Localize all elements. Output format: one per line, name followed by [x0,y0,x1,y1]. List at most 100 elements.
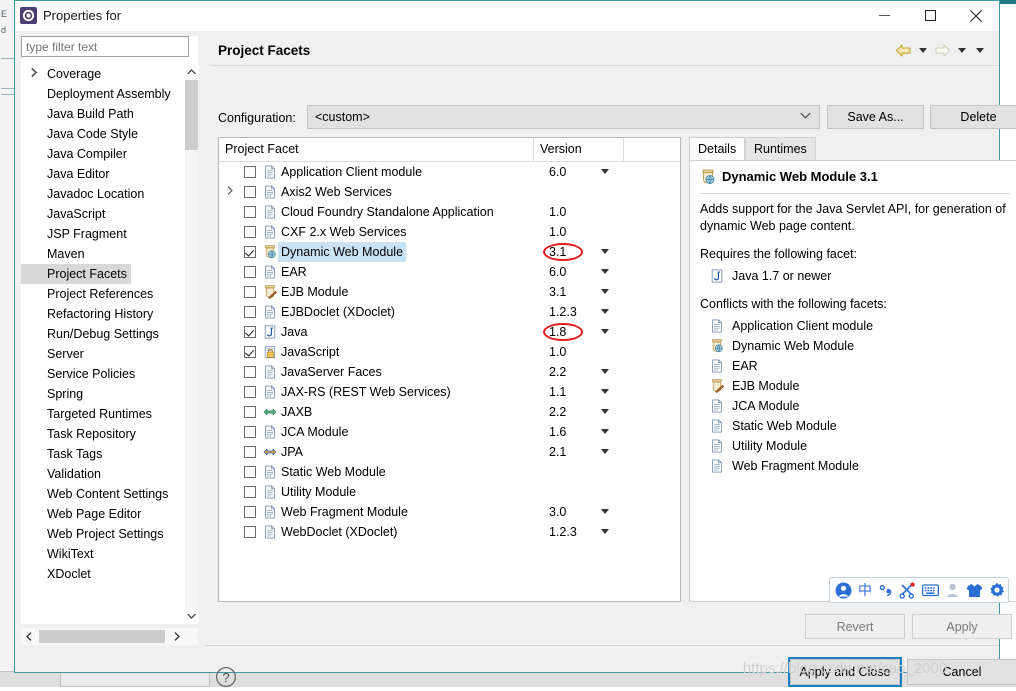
revert-button[interactable]: Revert [805,614,905,639]
facet-checkbox[interactable] [244,406,256,418]
table-row[interactable]: Java 1.8 [219,322,680,342]
facet-checkbox[interactable] [244,206,256,218]
chevron-up-icon[interactable] [184,64,199,80]
facet-checkbox[interactable] [244,326,256,338]
version-chevron-down-icon[interactable] [601,409,609,414]
table-row[interactable]: JavaServer Faces 2.2 [219,362,680,382]
tab-runtimes[interactable]: Runtimes [745,137,816,161]
chevron-down-icon[interactable] [184,608,199,624]
column-header-spacer[interactable] [623,138,680,161]
chevron-right-icon[interactable] [227,182,239,202]
version-chevron-down-icon[interactable] [601,329,609,334]
chevron-left-icon[interactable] [21,628,37,645]
table-row[interactable]: JCA Module 1.6 [219,422,680,442]
column-header-version[interactable]: Version [533,138,623,161]
table-row[interactable]: Axis2 Web Services [219,182,680,202]
apply-and-close-button[interactable]: Apply and Close [790,659,900,685]
version-chevron-down-icon[interactable] [601,309,609,314]
sidebar-item-run-debug-settings[interactable]: Run/Debug Settings [21,324,198,344]
version-chevron-down-icon[interactable] [601,429,609,434]
sidebar-item-project-facets[interactable]: Project Facets [21,264,198,284]
table-row[interactable]: Utility Module [219,482,680,502]
punctuation-icon[interactable] [878,582,893,599]
sidebar-item-maven[interactable]: Maven [21,68,198,264]
table-row[interactable]: EJB Module 3.1 [219,282,680,302]
column-header-project-facet[interactable]: Project Facet [219,138,533,161]
table-row[interactable]: EAR 6.0 [219,262,680,282]
scrollbar-track[interactable] [185,150,198,608]
facet-checkbox[interactable] [244,426,256,438]
settings-tree-vertical-scrollbar[interactable] [183,64,199,624]
facet-checkbox[interactable] [244,506,256,518]
sidebar-item-java-editor[interactable]: Java Editor [21,68,198,184]
keyboard-icon[interactable] [922,582,939,599]
tab-details[interactable]: Details [689,137,746,161]
table-row[interactable]: WebDoclet (XDoclet) 1.2.3 [219,522,680,542]
arrow-right-icon[interactable] [934,43,951,58]
user-icon[interactable] [945,582,960,599]
sidebar-item-java-compiler[interactable]: Java Compiler [21,68,198,164]
sidebar-item-web-content-settings[interactable]: Web Content Settings [21,484,198,504]
facet-checkbox[interactable] [244,166,256,178]
sidebar-item-task-tags[interactable]: Task Tags [21,444,198,464]
chinese-mode-icon[interactable]: 中 [858,582,872,599]
table-row[interactable]: JPA 2.1 [219,442,680,462]
sidebar-item-project-references[interactable]: Project References [21,284,198,304]
facet-checkbox[interactable] [244,186,256,198]
sidebar-item-wikitext[interactable]: WikiText [21,544,198,564]
settings-tree[interactable]: Coverage Deployment Assembly Java Build Pa… [21,64,198,624]
version-chevron-down-icon[interactable] [601,389,609,394]
scrollbar-thumb[interactable] [39,630,165,643]
sidebar-item-javascript[interactable]: JavaScript [21,68,198,224]
save-as-button[interactable]: Save As... [827,105,924,129]
sidebar-item-validation[interactable]: Validation [21,68,198,484]
sidebar-item-web-project-settings[interactable]: Web Project Settings [21,524,198,544]
delete-button[interactable]: Delete [930,105,1016,129]
sidebar-item-targeted-runtimes[interactable]: Targeted Runtimes [21,404,198,424]
close-button[interactable] [953,1,999,30]
version-chevron-down-icon[interactable] [601,289,609,294]
filter-input[interactable] [21,36,189,57]
table-row[interactable]: JAX-RS (REST Web Services) 1.1 [219,382,680,402]
facet-checkbox[interactable] [244,246,256,258]
facet-checkbox[interactable] [244,466,256,478]
sidebar-item-coverage[interactable]: Coverage [21,64,198,84]
version-chevron-down-icon[interactable] [601,269,609,274]
facet-checkbox[interactable] [244,346,256,358]
facet-checkbox[interactable] [244,286,256,298]
minimize-button[interactable] [861,1,907,30]
table-row[interactable]: Application Client module 6.0 [219,162,680,182]
dialog-titlebar[interactable]: Properties for [15,1,999,31]
sidebar-item-task-repository[interactable]: Task Repository [21,68,198,444]
chevron-right-icon[interactable] [169,628,185,645]
table-row[interactable]: Cloud Foundry Standalone Application 1.0 [219,202,680,222]
page-menu-chevron-down-icon[interactable] [976,48,984,53]
chevron-right-icon[interactable] [31,64,43,84]
facet-checkbox[interactable] [244,526,256,538]
facet-checkbox[interactable] [244,386,256,398]
facet-checkbox[interactable] [244,226,256,238]
version-chevron-down-icon[interactable] [601,369,609,374]
maximize-button[interactable] [907,1,953,30]
facet-checkbox[interactable] [244,446,256,458]
sidebar-item-refactoring-history[interactable]: Refactoring History [21,304,198,324]
skin-shirt-icon[interactable] [966,582,983,599]
project-facet-table[interactable]: Project Facet Version Application Client… [218,137,681,602]
version-chevron-down-icon[interactable] [601,509,609,514]
sidebar-item-javadoc-location[interactable]: Javadoc Location [21,184,198,204]
table-row[interactable]: Dynamic Web Module 3.1 [219,242,680,262]
apply-button[interactable]: Apply [912,614,1012,639]
sidebar-item-spring[interactable]: Spring [21,68,198,404]
arrow-left-icon[interactable] [895,43,912,58]
version-chevron-down-icon[interactable] [601,529,609,534]
ime-floating-toolbar[interactable]: 中 [829,577,1009,603]
facet-checkbox[interactable] [244,366,256,378]
sidebar-item-service-policies[interactable]: Service Policies [21,364,198,384]
table-row[interactable]: Static Web Module [219,462,680,482]
sidebar-item-web-page-editor[interactable]: Web Page Editor [21,504,198,524]
scrollbar-thumb[interactable] [185,80,198,150]
chevron-down-icon[interactable] [919,48,927,53]
facet-checkbox[interactable] [244,266,256,278]
table-row[interactable]: Web Fragment Module 3.0 [219,502,680,522]
facet-checkbox[interactable] [244,486,256,498]
